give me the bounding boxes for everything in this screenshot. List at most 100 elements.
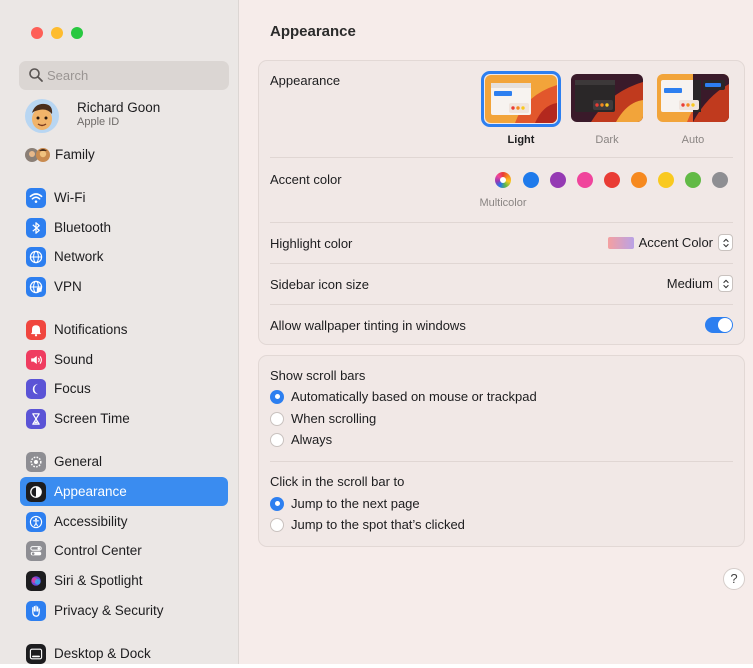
close-window-button[interactable] [31, 27, 43, 39]
appearance-option-label-dark: Dark [595, 134, 619, 146]
appearance-option-light[interactable] [481, 71, 561, 127]
radio-label: Always [291, 432, 333, 447]
sidebar-item-label: Appearance [54, 484, 127, 499]
page-title: Appearance [270, 23, 356, 40]
sidebar-item-bluetooth[interactable]: Bluetooth [20, 213, 228, 242]
search-field[interactable] [19, 61, 229, 90]
appearance-option-label-auto: Auto [681, 134, 705, 146]
chevron-updown-icon [718, 234, 733, 251]
highlight-color-value: Accent Color [638, 235, 713, 250]
sidebar-item-family[interactable]: Family [20, 140, 228, 169]
sidebar-item-label: Siri & Spotlight [54, 573, 143, 588]
accent-swatch-graphite[interactable] [712, 172, 728, 188]
sidebar-item-label: Screen Time [54, 411, 130, 426]
system-settings-window: Richard Goon Apple ID Family Wi-Fi Bluet… [0, 0, 753, 664]
search-icon [29, 68, 43, 82]
appearance-icon [26, 481, 46, 502]
divider [270, 263, 733, 264]
radio-label: Jump to the spot that’s clicked [291, 517, 465, 532]
divider [270, 222, 733, 223]
sidebar-item-general[interactable]: General [20, 447, 228, 476]
apple-id-row[interactable]: Richard Goon Apple ID [20, 98, 228, 136]
sidebar-item-label: Desktop & Dock [54, 646, 151, 661]
minimize-window-button[interactable] [51, 27, 63, 39]
sidebar-item-label: Family [55, 147, 95, 162]
sidebar-item-appearance[interactable]: Appearance [20, 477, 228, 506]
sidebar-item-accessibility[interactable]: Accessibility [20, 507, 228, 536]
sidebar-icon-size-label: Sidebar icon size [270, 277, 369, 292]
chevron-updown-icon [718, 275, 733, 292]
radio-unselected[interactable] [270, 517, 284, 532]
help-button[interactable]: ? [723, 568, 745, 590]
sidebar-item-vpn[interactable]: VPN [20, 272, 228, 301]
search-input[interactable] [47, 61, 222, 90]
scroll-option-when-scrolling[interactable]: When scrolling [270, 411, 376, 426]
click-scroll-bar-label: Click in the scroll bar to [270, 474, 405, 489]
sidebar-item-label: General [54, 454, 103, 469]
sidebar-icon-size-popup[interactable]: Medium [667, 275, 733, 292]
wifi-icon [26, 187, 46, 208]
speaker-icon [26, 349, 46, 370]
sidebar-item-sound[interactable]: Sound [20, 345, 228, 374]
sidebar-item-label: Privacy & Security [54, 603, 164, 618]
divider [270, 304, 733, 305]
sidebar-item-network[interactable]: Network [20, 242, 228, 271]
radio-label: Jump to the next page [291, 496, 420, 511]
sidebar-item-focus[interactable]: Focus [20, 374, 228, 403]
moon-icon [26, 378, 46, 399]
toggle-knob [718, 318, 732, 332]
sidebar-item-siri-spotlight[interactable]: Siri & Spotlight [20, 566, 228, 595]
radio-unselected[interactable] [270, 411, 284, 426]
appearance-option-dark[interactable] [571, 74, 643, 122]
zoom-window-button[interactable] [71, 27, 83, 39]
highlight-color-preview [607, 236, 634, 249]
bluetooth-icon [26, 217, 46, 238]
avatar [25, 99, 59, 133]
sidebar-item-label: Sound [54, 352, 94, 367]
divider [270, 461, 733, 462]
sidebar-item-label: Network [54, 249, 104, 264]
sidebar-icon-size-value: Medium [666, 276, 713, 291]
sidebar-item-label: Focus [54, 381, 91, 396]
show-scroll-bars-label: Show scroll bars [270, 368, 366, 383]
click-option-next-page[interactable]: Jump to the next page [270, 496, 420, 511]
wallpaper-tinting-toggle[interactable] [705, 317, 733, 333]
appearance-option-auto[interactable] [657, 74, 729, 122]
sidebar-item-label: VPN [54, 279, 82, 294]
highlight-color-popup[interactable]: Accent Color [607, 234, 733, 251]
radio-selected[interactable] [270, 389, 284, 404]
sidebar-item-label: Wi-Fi [54, 190, 86, 205]
accent-swatch-yellow[interactable] [658, 172, 674, 188]
light-mode-preview [485, 75, 557, 123]
sidebar-item-screen-time[interactable]: Screen Time [20, 404, 228, 433]
scroll-option-automatic[interactable]: Automatically based on mouse or trackpad [270, 389, 537, 404]
bell-icon [26, 319, 46, 340]
accent-color-label: Accent color [270, 172, 342, 187]
accent-swatch-blue[interactable] [523, 172, 539, 188]
accent-swatch-orange[interactable] [631, 172, 647, 188]
account-name: Richard Goon [77, 100, 161, 115]
sidebar-item-label: Notifications [54, 322, 128, 337]
sidebar-item-label: Bluetooth [54, 220, 112, 235]
account-subtitle: Apple ID [77, 116, 120, 128]
accent-swatch-pink[interactable] [577, 172, 593, 188]
sidebar-item-control-center[interactable]: Control Center [20, 536, 228, 565]
vpn-globe-icon [26, 276, 46, 297]
sidebar-item-wifi[interactable]: Wi-Fi [20, 183, 228, 212]
toggles-icon [26, 540, 46, 561]
accent-swatch-red[interactable] [604, 172, 620, 188]
sidebar-item-notifications[interactable]: Notifications [20, 315, 228, 344]
radio-unselected[interactable] [270, 432, 284, 447]
click-option-spot-clicked[interactable]: Jump to the spot that’s clicked [270, 517, 465, 532]
siri-icon [26, 570, 46, 591]
accent-swatch-purple[interactable] [550, 172, 566, 188]
sidebar-item-privacy-security[interactable]: Privacy & Security [20, 596, 228, 625]
accent-swatch-multicolor[interactable] [495, 172, 511, 188]
radio-label: Automatically based on mouse or trackpad [291, 389, 537, 404]
radio-selected[interactable] [270, 496, 284, 511]
scroll-option-always[interactable]: Always [270, 432, 332, 447]
divider [270, 157, 733, 158]
sidebar-item-label: Accessibility [54, 514, 128, 529]
accent-swatch-green[interactable] [685, 172, 701, 188]
wallpaper-tinting-label: Allow wallpaper tinting in windows [270, 318, 466, 333]
